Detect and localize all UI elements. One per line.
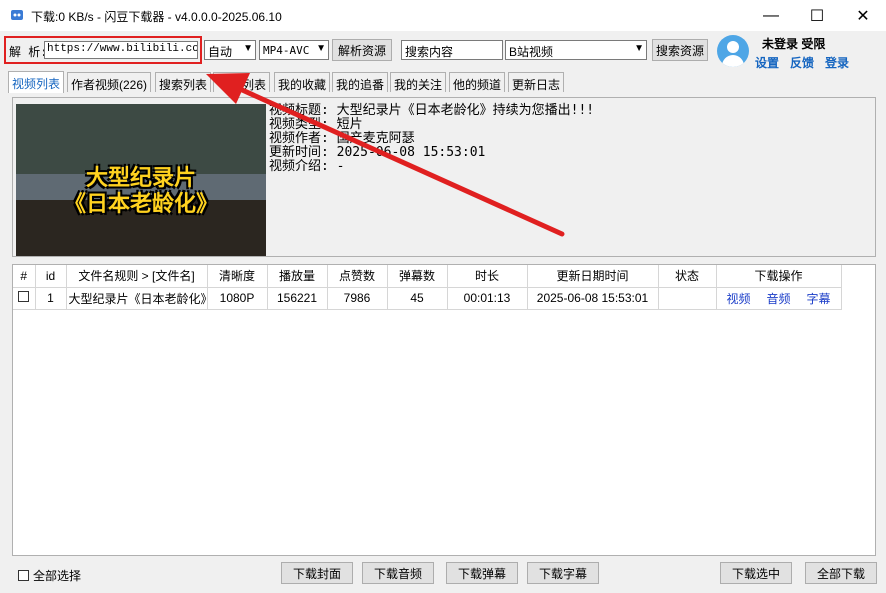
row-checkbox[interactable] xyxy=(18,291,30,302)
tab-bangumi[interactable]: 我的追番 xyxy=(332,72,389,92)
video-updated-line: 更新时间: 2025-06-08 15:53:01 xyxy=(269,145,486,160)
tab-following[interactable]: 我的关注 xyxy=(390,72,447,92)
download-danmaku-button[interactable]: 下载弹幕 xyxy=(446,562,518,584)
row-updated: 2025-06-08 15:53:01 xyxy=(527,287,659,310)
url-input[interactable]: https://www.bilibili.com/ xyxy=(44,41,198,59)
row-actions: 视频 音频 字幕 xyxy=(716,287,842,310)
video-intro-line: 视频介绍: - xyxy=(269,159,345,174)
minimize-button[interactable]: — xyxy=(748,0,794,31)
col-header-actions: 下载操作 xyxy=(716,265,842,288)
select-all-control[interactable]: 全部选择 xyxy=(18,567,81,584)
format-select[interactable]: MP4-AVC ▼ xyxy=(259,40,329,60)
select-all-label: 全部选择 xyxy=(33,569,82,583)
tab-list[interactable]: 列表 xyxy=(213,72,270,92)
video-thumbnail[interactable]: 大型纪录片 《日本老龄化》 xyxy=(16,104,266,256)
video-table-grid: # id 文件名规则 > [文件名] 清晰度 播放量 点赞数 弹幕数 时长 更新… xyxy=(13,265,842,310)
login-link[interactable]: 登录 xyxy=(825,54,849,71)
download-subtitle-button[interactable]: 下载字幕 xyxy=(527,562,599,584)
search-button[interactable]: 搜索资源 xyxy=(652,39,708,61)
col-header-filename[interactable]: 文件名规则 > [文件名] xyxy=(66,265,208,288)
parse-label: 解 析: xyxy=(9,45,48,59)
tab-author-videos[interactable]: 作者视频(226) xyxy=(67,72,152,92)
avatar-body xyxy=(722,55,744,67)
chevron-down-icon: ▼ xyxy=(243,43,253,54)
tab-video-list[interactable]: 视频列表 xyxy=(8,71,65,93)
row-danmaku: 45 xyxy=(387,287,448,310)
video-info-panel: 大型纪录片 《日本老龄化》 视频标题: 大型纪录片《日本老龄化》持续为您播出!!… xyxy=(12,97,876,257)
col-header-index: # xyxy=(13,265,36,288)
row-plays: 156221 xyxy=(267,287,328,310)
download-cover-button[interactable]: 下载封面 xyxy=(281,562,353,584)
col-header-likes[interactable]: 点赞数 xyxy=(327,265,388,288)
chevron-down-icon: ▼ xyxy=(634,43,644,54)
video-table: # id 文件名规则 > [文件名] 清晰度 播放量 点赞数 弹幕数 时长 更新… xyxy=(12,264,876,556)
close-button[interactable]: ✕ xyxy=(840,0,886,31)
thumbnail-caption-line2: 《日本老龄化》 xyxy=(63,191,218,216)
download-audio-button[interactable]: 下载音频 xyxy=(362,562,434,584)
tab-his-channel[interactable]: 他的频道 xyxy=(449,72,506,92)
parse-button[interactable]: 解析资源 xyxy=(332,39,392,61)
source-select[interactable]: B站视频 ▼ xyxy=(505,40,647,60)
select-all-checkbox[interactable] xyxy=(18,570,29,581)
row-filename[interactable]: 大型纪录片《日本老龄化》 xyxy=(66,287,208,310)
feedback-link[interactable]: 反馈 xyxy=(790,54,814,71)
tab-search-list[interactable]: 搜索列表 xyxy=(155,72,212,92)
title-bar: 下载:0 KB/s - 闪豆下载器 - v4.0.0.0-2025.06.10 … xyxy=(0,0,886,31)
row-duration: 00:01:13 xyxy=(447,287,528,310)
tab-changelog[interactable]: 更新日志 xyxy=(508,72,565,92)
video-details: 视频标题: 大型纪录片《日本老龄化》持续为您播出!!! 视频类型: 短片 视频作… xyxy=(269,104,594,174)
table-header-row: # id 文件名规则 > [文件名] 清晰度 播放量 点赞数 弹幕数 时长 更新… xyxy=(13,265,842,288)
download-all-button[interactable]: 全部下载 xyxy=(805,562,877,584)
download-selected-button[interactable]: 下载选中 xyxy=(720,562,792,584)
row-likes: 7986 xyxy=(327,287,388,310)
col-header-danmaku[interactable]: 弹幕数 xyxy=(387,265,448,288)
col-header-id: id xyxy=(35,265,67,288)
row-status xyxy=(658,287,717,310)
avatar[interactable] xyxy=(717,35,749,67)
format-select-value: MP4-AVC xyxy=(263,44,310,57)
row-id: 1 xyxy=(35,287,67,310)
col-header-quality[interactable]: 清晰度 xyxy=(207,265,268,288)
tab-favorites[interactable]: 我的收藏 xyxy=(274,72,331,92)
window-title: 下载:0 KB/s - 闪豆下载器 - v4.0.0.0-2025.06.10 xyxy=(31,10,282,24)
download-audio-link[interactable]: 音频 xyxy=(767,292,791,306)
chevron-down-icon: ▼ xyxy=(316,43,326,54)
app-logo-icon xyxy=(11,10,23,20)
maximize-button[interactable]: ☐ xyxy=(794,0,840,31)
row-quality: 1080P xyxy=(207,287,268,310)
source-select-value: B站视频 xyxy=(509,45,554,59)
col-header-status[interactable]: 状态 xyxy=(658,265,717,288)
col-header-updated[interactable]: 更新日期时间 xyxy=(527,265,659,288)
quality-select[interactable]: 自动 ▼ xyxy=(204,40,256,60)
search-input[interactable]: 搜索内容 xyxy=(401,40,503,60)
download-video-link[interactable]: 视频 xyxy=(727,292,751,306)
login-status: 未登录 受限 xyxy=(762,37,826,51)
video-title-line: 视频标题: 大型纪录片《日本老龄化》持续为您播出!!! xyxy=(269,103,595,118)
table-row[interactable]: 1 大型纪录片《日本老龄化》 1080P 156221 7986 45 00:0… xyxy=(13,287,842,310)
col-header-plays[interactable]: 播放量 xyxy=(267,265,328,288)
row-checkbox-cell[interactable] xyxy=(13,287,36,310)
settings-link[interactable]: 设置 xyxy=(755,54,779,71)
avatar-head xyxy=(727,41,739,53)
video-author-line: 视频作者: 国产麦克阿瑟 xyxy=(269,131,415,146)
parse-highlight-box: 解 析: https://www.bilibili.com/ xyxy=(4,36,202,64)
col-header-duration[interactable]: 时长 xyxy=(447,265,528,288)
download-subtitle-link[interactable]: 字幕 xyxy=(807,292,831,306)
quality-select-value: 自动 xyxy=(208,45,233,59)
video-type-line: 视频类型: 短片 xyxy=(269,117,363,132)
